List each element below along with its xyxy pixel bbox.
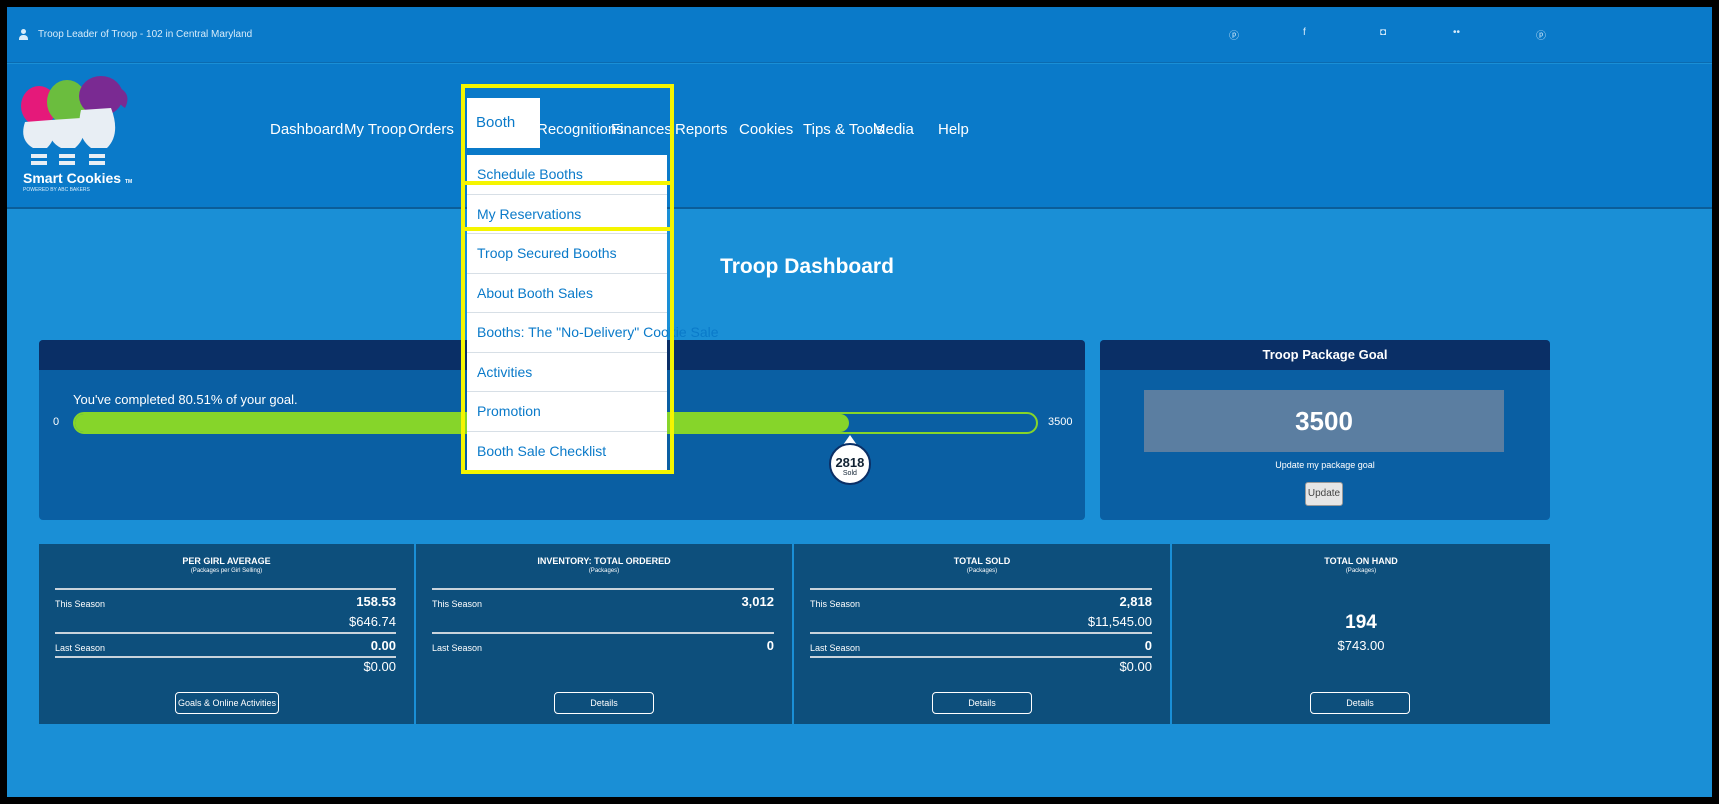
stat-per-girl-average: PER GIRL AVERAGE (Packages per Girl Sell…	[39, 544, 416, 724]
row-money: $0.00	[1119, 659, 1152, 674]
this-season-money-row: $11,545.00	[810, 614, 1152, 629]
pinterest-icon[interactable]: ⓟ	[1536, 27, 1546, 42]
smart-cookies-logo[interactable]: Smart Cookies TM POWERED BY ABC BAKERS	[15, 74, 155, 204]
logo-tagline: POWERED BY ABC BAKERS	[23, 187, 90, 193]
menu-item-promotion[interactable]: Promotion	[467, 392, 667, 432]
pinterest-icon[interactable]: ⓟ	[1229, 27, 1239, 42]
stat-title: PER GIRL AVERAGE	[182, 556, 271, 566]
this-season-row: This Season 3,012	[432, 594, 774, 609]
update-goal-label: Update my package goal	[1275, 460, 1375, 470]
details-button[interactable]: Details	[932, 692, 1032, 714]
facebook-icon[interactable]: f	[1303, 27, 1306, 38]
details-button[interactable]: Details	[554, 692, 654, 714]
last-season-row: Last Season 0.00	[55, 638, 396, 653]
menu-item-troop-secured-booths[interactable]: Troop Secured Booths	[467, 234, 667, 274]
row-label: This Season	[432, 599, 483, 609]
package-goal-value: 3500	[1144, 390, 1504, 452]
stat-subtitle: (Packages)	[1345, 568, 1377, 574]
nav-reports[interactable]: Reports	[675, 121, 728, 138]
app-frame: Troop Leader of Troop - 102 in Central M…	[7, 7, 1712, 797]
package-goal-header: Troop Package Goal	[1100, 340, 1550, 370]
row-value: 0.00	[370, 638, 396, 653]
user-info: Troop Leader of Troop - 102 in Central M…	[19, 29, 252, 40]
nav-booth-tab[interactable]: Booth	[467, 98, 540, 148]
row-value: 0	[1144, 638, 1152, 653]
this-season-row: This Season 158.53	[55, 594, 396, 609]
divider	[55, 632, 396, 634]
divider	[810, 656, 1152, 658]
sold-label: Sold	[842, 470, 857, 477]
stat-subtitle: (Packages)	[966, 568, 998, 574]
menu-item-my-reservations[interactable]: My Reservations	[467, 195, 667, 234]
stat-title: TOTAL ON HAND	[1324, 556, 1398, 566]
last-season-row: Last Season 0	[432, 638, 774, 653]
row-label: Last Season	[432, 643, 483, 653]
progress-min: 0	[53, 416, 60, 428]
stat-title: INVENTORY: TOTAL ORDERED	[537, 556, 671, 566]
row-value: 158.53	[356, 594, 396, 609]
menu-item-schedule-booths[interactable]: Schedule Booths	[467, 155, 667, 195]
menu-item-activities[interactable]: Activities	[467, 353, 667, 392]
nav-orders[interactable]: Orders	[408, 121, 454, 138]
update-goal-button[interactable]: Update	[1305, 482, 1343, 506]
row-label: This Season	[55, 599, 106, 609]
user-role-text: Troop Leader of Troop - 102 in Central M…	[38, 29, 253, 40]
stat-total-on-hand: TOTAL ON HAND (Packages) 194 $743.00 Det…	[1172, 544, 1550, 724]
sold-bubble: 2818 Sold	[828, 443, 871, 485]
this-season-row: This Season 2,818	[810, 594, 1152, 609]
stat-subtitle: (Packages per Girl Selling)	[190, 568, 263, 574]
divider	[810, 632, 1152, 634]
row-money: $646.74	[349, 614, 396, 629]
last-season-money-row: $0.00	[55, 659, 396, 674]
divider	[432, 588, 774, 590]
row-label: Last Season	[810, 643, 861, 653]
nav-cookies[interactable]: Cookies	[739, 121, 793, 138]
site-header: Smart Cookies TM POWERED BY ABC BAKERS D…	[7, 64, 1712, 209]
row-value: 2,818	[1119, 594, 1152, 609]
nav-help[interactable]: Help	[938, 121, 969, 138]
instagram-icon[interactable]: ◘	[1380, 27, 1386, 38]
nav-booth: Booth	[476, 114, 516, 131]
this-season-money-row: $646.74	[55, 614, 396, 629]
row-label: Last Season	[55, 643, 106, 653]
nav-my-troop[interactable]: My Troop	[344, 121, 407, 138]
top-bar: Troop Leader of Troop - 102 in Central M…	[7, 7, 1712, 63]
stat-inventory-total-ordered: INVENTORY: TOTAL ORDERED (Packages) This…	[416, 544, 794, 724]
menu-item-no-delivery-cookie-sale[interactable]: Booths: The "No-Delivery" Cookie Sale	[467, 313, 719, 353]
row-label: This Season	[810, 599, 861, 609]
row-money: $11,545.00	[1087, 614, 1152, 629]
menu-item-booth-sale-checklist[interactable]: Booth Sale Checklist	[467, 432, 667, 471]
booth-dropdown-menu: Schedule Booths My Reservations Troop Se…	[467, 155, 719, 471]
flickr-icon[interactable]: ••	[1453, 27, 1460, 38]
stat-total-sold: TOTAL SOLD (Packages) This Season 2,818 …	[794, 544, 1172, 724]
divider	[55, 588, 396, 590]
row-money: $0.00	[363, 659, 396, 674]
package-goal-panel: Troop Package Goal 3500 Update my packag…	[1100, 340, 1550, 520]
sold-value: 2818	[835, 455, 865, 470]
nav-dashboard[interactable]: Dashboard	[270, 121, 343, 138]
row-value: 0	[766, 638, 774, 653]
progress-message: You've completed 80.51% of your goal.	[73, 392, 298, 407]
progress-max: 3500	[1048, 416, 1073, 428]
divider	[55, 656, 396, 658]
logo-text: Smart Cookies TM	[23, 170, 133, 186]
on-hand-value: 194	[1345, 612, 1377, 633]
menu-item-about-booth-sales[interactable]: About Booth Sales	[467, 274, 667, 313]
divider	[432, 632, 774, 634]
progress-fill	[75, 414, 849, 432]
on-hand-money: $743.00	[1337, 638, 1385, 653]
nav-tips-tools[interactable]: Tips & Tools	[803, 121, 884, 138]
goals-online-activities-button[interactable]: Goals & Online Activities	[175, 692, 279, 714]
last-season-row: Last Season 0	[810, 638, 1152, 653]
last-season-money-row: $0.00	[810, 659, 1152, 674]
stat-subtitle: (Packages)	[588, 568, 620, 574]
nav-media[interactable]: Media	[873, 121, 914, 138]
details-button[interactable]: Details	[1310, 692, 1410, 714]
nav-finances[interactable]: Finances	[611, 121, 672, 138]
page-title: Troop Dashboard	[720, 255, 894, 278]
user-icon	[19, 29, 28, 40]
stat-title: TOTAL SOLD	[953, 556, 1011, 566]
divider	[810, 588, 1152, 590]
row-value: 3,012	[741, 594, 774, 609]
